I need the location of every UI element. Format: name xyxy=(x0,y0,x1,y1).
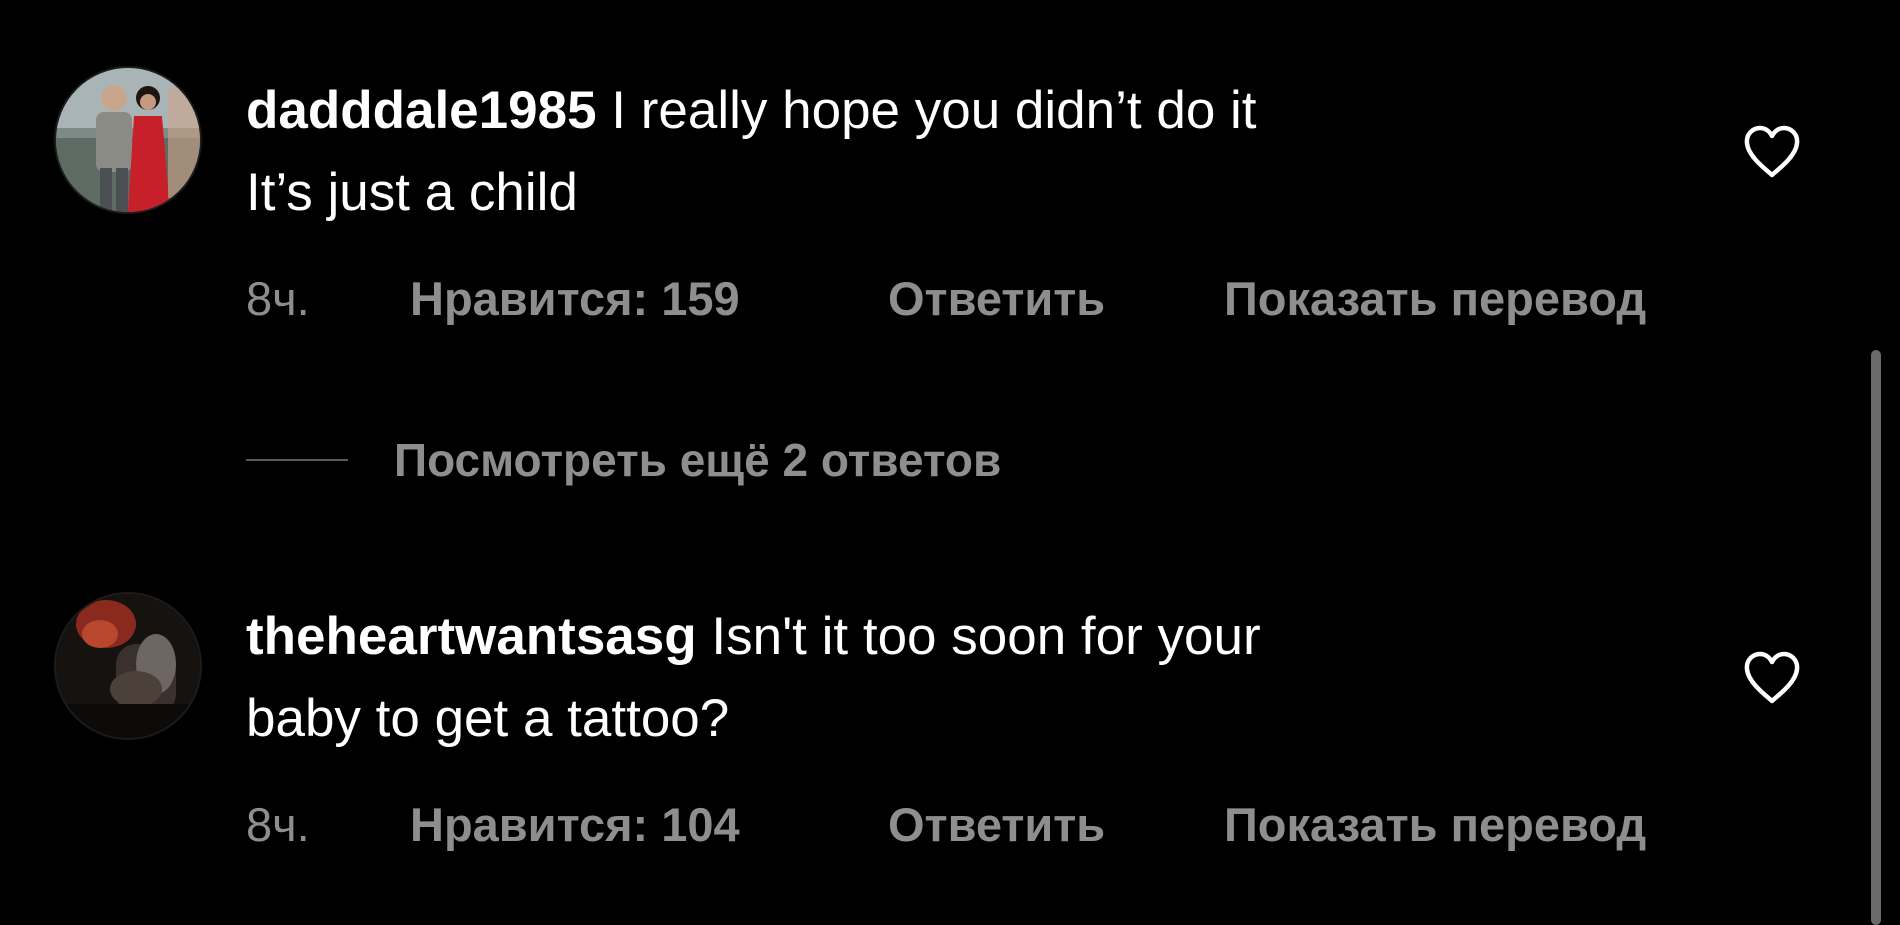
reply-button[interactable]: Ответить xyxy=(888,271,1224,326)
comment-likes[interactable]: Нравится: 159 xyxy=(410,271,888,326)
show-translation-button[interactable]: Показать перевод xyxy=(1224,797,1646,852)
like-button[interactable] xyxy=(1742,124,1802,180)
comment-body-line1: I really hope you didn’t do it xyxy=(596,81,1257,140)
show-translation-button[interactable]: Показать перевод xyxy=(1224,271,1646,326)
comment-time: 8ч. xyxy=(246,271,310,325)
comment-username[interactable]: theheartwantsasg xyxy=(246,607,697,666)
avatar[interactable] xyxy=(56,68,200,212)
comment-body-line1: Isn't it too soon for your xyxy=(696,607,1261,666)
reply-button[interactable]: Ответить xyxy=(888,797,1224,852)
comment-time: 8ч. xyxy=(246,797,310,851)
comment-body-line2: baby to get a tattoo? xyxy=(246,689,730,748)
profile-photo-couple xyxy=(56,68,200,212)
comment-text: dadddale1985 I really hope you didn’t do… xyxy=(246,70,1546,234)
comment-meta: 8ч. Нравится: 104 Ответить Показать пере… xyxy=(246,794,1646,854)
view-more-replies-label: Посмотреть ещё 2 ответов xyxy=(394,434,1002,486)
avatar[interactable] xyxy=(56,594,200,738)
heart-outline-icon xyxy=(1744,125,1800,178)
scrollbar[interactable] xyxy=(1871,350,1881,925)
view-more-replies-button[interactable]: Посмотреть ещё 2 ответов xyxy=(246,430,1001,490)
comment-likes[interactable]: Нравится: 104 xyxy=(410,797,888,852)
like-button[interactable] xyxy=(1742,650,1802,706)
comment-username[interactable]: dadddale1985 xyxy=(246,81,597,140)
comment-meta: 8ч. Нравится: 159 Ответить Показать пере… xyxy=(246,268,1646,328)
heart-outline-icon xyxy=(1744,651,1800,704)
replies-divider-line xyxy=(246,459,348,461)
comment-text: theheartwantsasg Isn't it too soon for y… xyxy=(246,596,1546,760)
profile-photo-dark xyxy=(56,594,200,738)
comment-body-line2: It’s just a child xyxy=(246,163,578,222)
